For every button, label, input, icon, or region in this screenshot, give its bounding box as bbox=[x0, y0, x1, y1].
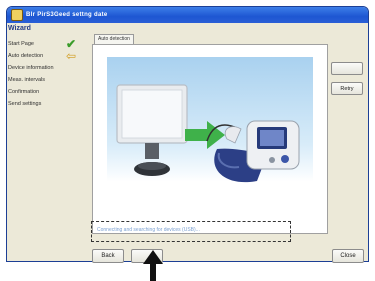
step-label: Confirmation bbox=[8, 89, 40, 95]
wizard-heading: Wizard bbox=[8, 25, 31, 32]
blood-pressure-monitor-icon bbox=[206, 120, 300, 183]
step-label: Device information bbox=[8, 65, 54, 71]
wizard-sidebar: Wizard Start Page ✔ Auto detection ⇦ Dev… bbox=[2, 19, 86, 209]
step-auto-detection: Auto detection ⇦ bbox=[2, 50, 86, 62]
step-meas-intervals: Meas. intervals bbox=[2, 74, 86, 86]
content-panel bbox=[92, 44, 328, 234]
pointer-arrow-icon bbox=[143, 250, 163, 281]
step-device-information: Device information bbox=[2, 62, 86, 74]
side-button-top[interactable] bbox=[331, 62, 363, 75]
step-label: Auto detection bbox=[8, 53, 44, 59]
status-highlight-box bbox=[91, 221, 291, 242]
sync-arrow-icon bbox=[185, 121, 225, 149]
step-label: Start Page bbox=[8, 41, 34, 47]
step-label: Send settings bbox=[8, 101, 42, 107]
monitor-icon bbox=[116, 84, 188, 176]
detection-illustration bbox=[107, 57, 313, 217]
retry-button[interactable]: Retry bbox=[331, 82, 363, 95]
window-title: Blr PirS3Geed settng date bbox=[26, 12, 108, 18]
back-button[interactable]: Back bbox=[92, 249, 124, 263]
step-confirmation: Confirmation bbox=[2, 86, 86, 98]
close-button[interactable]: Close bbox=[332, 249, 364, 263]
step-label: Meas. intervals bbox=[8, 77, 45, 83]
step-send-settings: Send settings bbox=[2, 98, 86, 110]
arrow-left-icon: ⇦ bbox=[66, 49, 77, 63]
illustration-svg bbox=[116, 84, 300, 183]
